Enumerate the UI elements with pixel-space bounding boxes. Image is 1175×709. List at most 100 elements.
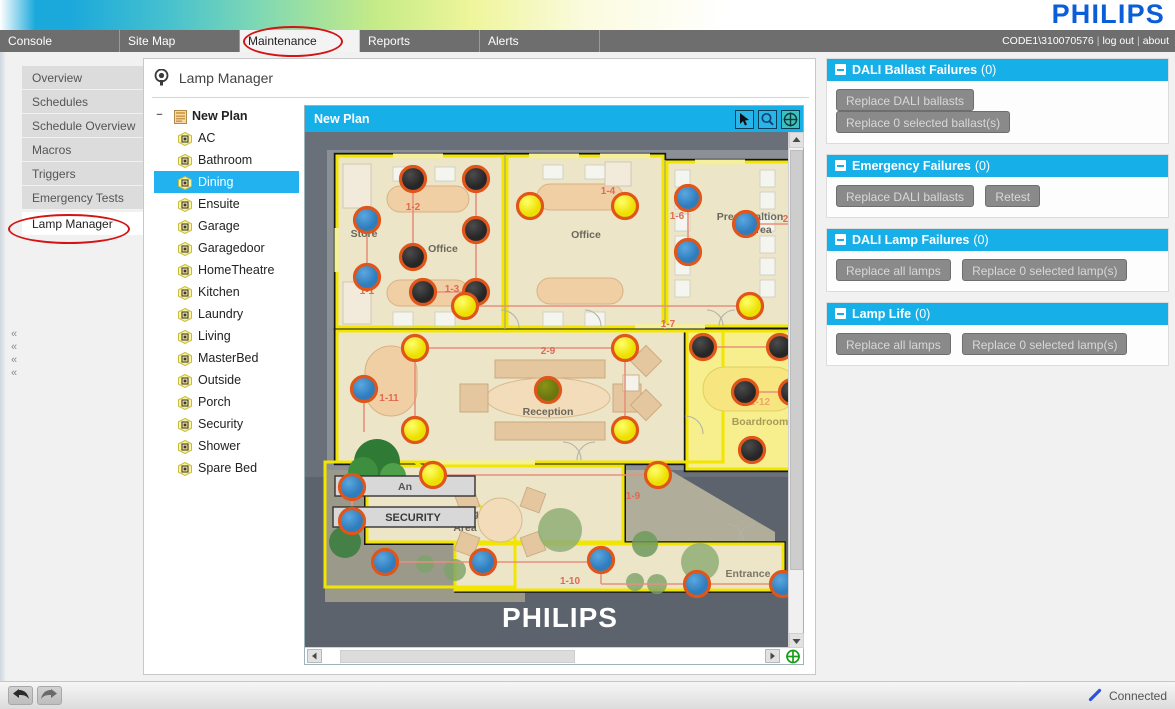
sidebar-item-macros[interactable]: Macros <box>22 138 146 162</box>
collapse-icon[interactable] <box>835 308 846 319</box>
tree-item-living[interactable]: Living <box>154 325 299 347</box>
tree-item-kitchen[interactable]: Kitchen <box>154 281 299 303</box>
lamp-marker[interactable] <box>688 332 718 362</box>
lamp-marker[interactable] <box>400 333 430 363</box>
tab-alerts[interactable]: Alerts <box>480 30 600 52</box>
lamp-marker[interactable] <box>586 545 616 575</box>
lamp-marker[interactable] <box>735 291 765 321</box>
tab-site-map[interactable]: Site Map <box>120 30 240 52</box>
tree-item-bathroom[interactable]: Bathroom <box>154 149 299 171</box>
lamp-marker[interactable] <box>352 262 382 292</box>
tree-item-hometheatre[interactable]: HomeTheatre <box>154 259 299 281</box>
lamp-marker[interactable] <box>352 205 382 235</box>
tree-item-porch[interactable]: Porch <box>154 391 299 413</box>
lamp-marker[interactable] <box>682 569 712 599</box>
lamp-marker[interactable] <box>398 242 428 272</box>
about-link[interactable]: about <box>1143 35 1169 47</box>
collapse-icon[interactable] <box>835 234 846 245</box>
tree-item-spare-bed[interactable]: Spare Bed <box>154 457 299 479</box>
panel-header[interactable]: Emergency Failures (0) <box>827 155 1168 177</box>
back-button[interactable] <box>8 686 33 705</box>
tree-item-laundry[interactable]: Laundry <box>154 303 299 325</box>
tree-item-dining[interactable]: Dining <box>154 171 299 193</box>
lamp-marker[interactable] <box>673 183 703 213</box>
tab-console[interactable]: Console <box>0 30 120 52</box>
lamp-marker[interactable] <box>643 460 673 490</box>
forward-button[interactable] <box>37 686 62 705</box>
tree-item-shower[interactable]: Shower <box>154 435 299 457</box>
panel-header[interactable]: Lamp Life (0) <box>827 303 1168 325</box>
tree-root-new-plan[interactable]: − New Plan <box>154 105 299 127</box>
replace-all-lamps-button[interactable]: Replace all lamps <box>836 259 951 281</box>
scroll-left-button[interactable] <box>307 649 322 663</box>
tree-item-security[interactable]: Security <box>154 413 299 435</box>
lamp-marker[interactable] <box>337 506 367 536</box>
tree-item-ensuite[interactable]: Ensuite <box>154 193 299 215</box>
panel-header[interactable]: DALI Ballast Failures (0) <box>827 59 1168 81</box>
lamp-marker[interactable] <box>461 215 491 245</box>
zoom-tool-button[interactable] <box>758 110 777 129</box>
divider: | <box>1136 35 1140 47</box>
sidebar-item-emergency-tests[interactable]: Emergency Tests <box>22 186 146 210</box>
lamp-marker[interactable] <box>610 333 640 363</box>
lamp-marker[interactable] <box>610 415 640 445</box>
lamp-marker[interactable] <box>349 374 379 404</box>
locate-crosshair-icon[interactable] <box>785 649 801 664</box>
plan-horizontal-scrollbar[interactable] <box>305 647 803 664</box>
floorplan-canvas[interactable]: Store Office Office Presentaltion Area R… <box>305 132 788 649</box>
lamp-marker[interactable] <box>730 377 760 407</box>
tree-item-garage[interactable]: Garage <box>154 215 299 237</box>
lamp-marker[interactable] <box>450 291 480 321</box>
scroll-thumb-vertical[interactable] <box>790 150 803 570</box>
lamp-marker[interactable] <box>737 435 767 465</box>
lamp-marker[interactable] <box>610 191 640 221</box>
replace-dali-ballasts-button[interactable]: Replace DALI ballasts <box>836 89 975 111</box>
floorplan-viewer: New Plan Store Office Office Area Recept… <box>304 105 804 665</box>
replace-selected-lamps-button[interactable]: Replace 0 selected lamp(s) <box>962 333 1128 355</box>
sidebar-item-schedule-overview[interactable]: Schedule Overview <box>22 114 146 138</box>
lamp-marker[interactable] <box>533 375 563 405</box>
scroll-right-button[interactable] <box>765 649 780 663</box>
collapse-icon[interactable]: − <box>154 110 165 121</box>
sidebar-item-schedules[interactable]: Schedules <box>22 90 146 114</box>
logout-link[interactable]: log out <box>1102 35 1134 47</box>
plan-vertical-scrollbar[interactable] <box>788 132 804 649</box>
lamp-marker[interactable] <box>418 460 448 490</box>
tree-item-masterbed[interactable]: MasterBed <box>154 347 299 369</box>
replace-selected-lamps-button[interactable]: Replace 0 selected lamp(s) <box>962 259 1128 281</box>
tree-item-ac[interactable]: AC <box>154 127 299 149</box>
fit-to-view-button[interactable] <box>781 110 800 129</box>
lamp-marker[interactable] <box>468 547 498 577</box>
lamp-marker[interactable] <box>461 164 491 194</box>
scroll-thumb-horizontal[interactable] <box>340 650 575 663</box>
tab-maintenance[interactable]: Maintenance <box>240 30 360 52</box>
lamp-marker[interactable] <box>765 332 789 362</box>
tree-item-outside[interactable]: Outside <box>154 369 299 391</box>
lamp-marker[interactable] <box>398 164 428 194</box>
scroll-up-button[interactable] <box>789 132 804 148</box>
lamp-marker[interactable] <box>515 191 545 221</box>
lamp-marker[interactable] <box>400 415 430 445</box>
retest-button[interactable]: Retest <box>985 185 1041 207</box>
lamp-marker[interactable] <box>337 472 367 502</box>
collapse-icon[interactable] <box>835 160 846 171</box>
sidebar-item-overview[interactable]: Overview <box>22 66 146 90</box>
floorplan-svg[interactable]: Store Office Office Presentaltion Area R… <box>305 132 788 649</box>
sidebar-item-triggers[interactable]: Triggers <box>22 162 146 186</box>
collapse-icon[interactable] <box>835 64 846 75</box>
replace-selected-ballasts-button[interactable]: Replace 0 selected ballast(s) <box>836 111 1011 133</box>
chevron-left-icon: « <box>11 354 18 366</box>
lamp-marker[interactable] <box>408 277 438 307</box>
lamp-marker[interactable] <box>731 209 761 239</box>
sidebar-item-lamp-manager[interactable]: Lamp Manager <box>22 212 146 236</box>
lamp-marker[interactable] <box>370 547 400 577</box>
replace-dali-ballasts-button[interactable]: Replace DALI ballasts <box>836 185 975 207</box>
sidebar-collapse-handle[interactable]: « « « « <box>11 328 17 380</box>
lamp-marker[interactable] <box>673 237 703 267</box>
select-tool-button[interactable] <box>735 110 754 129</box>
tab-reports[interactable]: Reports <box>360 30 480 52</box>
lamp-marker[interactable] <box>768 569 789 599</box>
panel-header[interactable]: DALI Lamp Failures (0) <box>827 229 1168 251</box>
replace-all-lamps-button[interactable]: Replace all lamps <box>836 333 951 355</box>
tree-item-garagedoor[interactable]: Garagedoor <box>154 237 299 259</box>
